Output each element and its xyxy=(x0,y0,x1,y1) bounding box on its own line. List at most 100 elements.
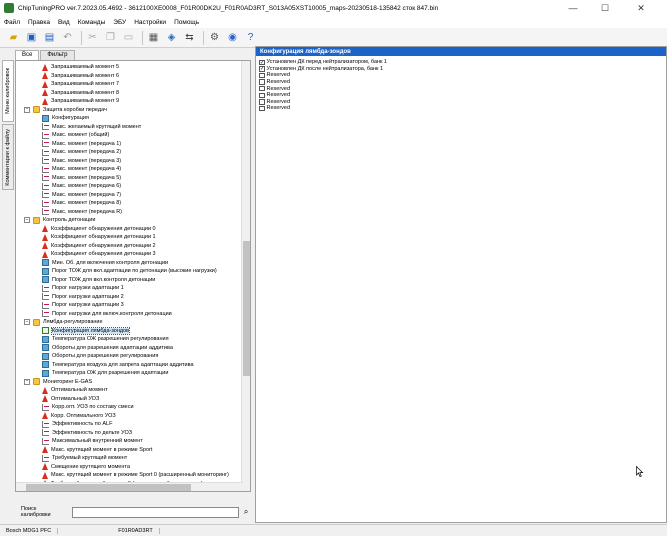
bit-option[interactable]: Reserved xyxy=(259,85,290,92)
checkbox-unchecked[interactable] xyxy=(259,79,265,85)
collapse-icon[interactable]: − xyxy=(24,217,30,224)
tree-item[interactable]: Порог нагрузки адаптации 2 xyxy=(42,293,124,302)
checkbox-unchecked[interactable] xyxy=(259,105,265,112)
side-tab-comments[interactable]: Комментарии к файлу xyxy=(2,124,14,190)
tree-item[interactable]: Порог ТОЖ для вкл.контроля детонации xyxy=(42,276,155,285)
tree-item[interactable]: Коэффициент обнаружения детонации 2 xyxy=(42,242,156,251)
bit-option[interactable]: Reserved xyxy=(259,92,290,99)
tree-item[interactable]: Запрашиваемый момент 5 xyxy=(42,63,119,72)
tree-item[interactable]: Запрашиваемый момент 9 xyxy=(42,97,119,106)
tree-horizontal-scrollbar[interactable] xyxy=(16,482,243,491)
tree-item[interactable]: Требуемый крутящий момент xyxy=(42,454,127,463)
tree-item[interactable]: Запрашиваемый момент 7 xyxy=(42,80,119,89)
bit-option[interactable]: Reserved xyxy=(259,72,290,79)
tree-item[interactable]: Максимальный внутренний момент xyxy=(42,437,143,446)
tree-item[interactable]: Порог нагрузки адаптации 3 xyxy=(42,301,124,310)
tree-folder[interactable]: − Мониторинг E-GAS xyxy=(24,378,92,387)
tab-filter[interactable]: Фильтр xyxy=(40,50,75,60)
tree-item[interactable]: Макс. момент (передача 6) xyxy=(42,182,121,191)
save-as-icon[interactable]: ▤ xyxy=(42,30,57,45)
tree-item[interactable]: Мин. Об. для включения контроля детонаци… xyxy=(42,259,168,268)
tree-item[interactable]: Конфигурация лямбда-зондов xyxy=(42,326,131,336)
tree-item[interactable]: Макс. момент (передача 7) xyxy=(42,191,121,200)
checkbox-checked[interactable]: ✓ xyxy=(259,66,265,72)
checkbox-unchecked[interactable] xyxy=(259,85,265,92)
tree-folder[interactable]: − Лямбда-регулирование xyxy=(24,318,103,327)
scrollbar-thumb[interactable] xyxy=(26,484,191,491)
tree-item[interactable]: Температура ОЖ для разрешения адаптации xyxy=(42,369,168,378)
tree-item[interactable]: Порог ТОЖ для вкл.адаптации по детонации… xyxy=(42,267,217,276)
search-input[interactable] xyxy=(72,506,240,518)
menu-ecu[interactable]: ЭБУ xyxy=(109,19,130,26)
paste-icon[interactable]: ▭ xyxy=(121,30,136,45)
settings-icon[interactable]: ⚙ xyxy=(207,30,222,45)
tree-item[interactable]: Коэффициент обнаружения детонации 0 xyxy=(42,225,156,234)
tree-item[interactable]: Запрашиваемый момент 6 xyxy=(42,72,119,81)
tree-item[interactable]: Коэффициент обнаружения детонации 3 xyxy=(42,250,156,259)
collapse-icon[interactable]: − xyxy=(24,319,30,326)
tree-item[interactable]: Эффективность по ALF xyxy=(42,420,112,429)
tree-item[interactable]: Конфигурация xyxy=(42,114,89,123)
menu-file[interactable]: Файл xyxy=(0,19,24,26)
menu-view[interactable]: Вид xyxy=(54,19,74,26)
tree-item[interactable]: Макс. момент (передача 3) xyxy=(42,157,121,166)
tree-item[interactable]: Макс. момент (передача 5) xyxy=(42,174,121,183)
tree-item[interactable]: Корр. Оптимального УОЗ xyxy=(42,412,116,421)
compare-icon[interactable]: ⇆ xyxy=(182,30,197,45)
tree-item[interactable]: Температура воздуха для запрета адаптаци… xyxy=(42,361,194,370)
scrollbar-thumb[interactable] xyxy=(243,241,250,376)
tree-item[interactable]: Порог нагрузки адаптации 1 xyxy=(42,284,124,293)
search-icon[interactable]: ⌕ xyxy=(241,507,251,518)
bit-option[interactable]: Reserved xyxy=(259,99,290,106)
tree-folder[interactable]: − Защита коробки передач xyxy=(24,106,107,115)
tree-item[interactable]: Макс. желаемый крутящий момент xyxy=(42,123,141,132)
tree-item[interactable]: Эффективность по дельте УОЗ xyxy=(42,429,132,438)
tree-item[interactable]: Смещение крутящего момента xyxy=(42,463,130,472)
tree-item[interactable]: Корр.опт. УОЗ по составу смеси xyxy=(42,403,134,412)
bit-option[interactable]: Reserved xyxy=(259,105,290,112)
menu-settings[interactable]: Настройки xyxy=(130,19,170,26)
undo-icon[interactable]: ↶ xyxy=(60,30,75,45)
copy-icon[interactable]: ❐ xyxy=(103,30,118,45)
menu-edit[interactable]: Правка xyxy=(24,19,54,26)
tree-item[interactable]: Порог нагрузки для включ.контроля детона… xyxy=(42,310,172,319)
tree-item[interactable]: Макс. момент (общий) xyxy=(42,131,109,140)
collapse-icon[interactable]: − xyxy=(24,106,30,113)
tree-item[interactable]: Макс. крутящий момент в режиме Sport 0 (… xyxy=(42,471,229,480)
tree-item[interactable]: Коэффициент обнаружения детонации 1 xyxy=(42,233,156,242)
tree-item[interactable]: Температура ОЖ разрешения регулирования xyxy=(42,335,169,344)
save-icon[interactable]: ▣ xyxy=(24,30,39,45)
tree-item[interactable]: Макс. момент (передача 1) xyxy=(42,140,121,149)
checkbox-checked[interactable]: ✓ xyxy=(259,59,265,66)
tree-item[interactable]: Макс. момент (передача R) xyxy=(42,208,122,217)
help-icon[interactable]: ? xyxy=(243,30,258,45)
bit-option[interactable]: ✓ Установлен ДК после нейтрализатора, бан… xyxy=(259,66,383,73)
connect-icon[interactable]: ◉ xyxy=(225,30,240,45)
minimize-button[interactable]: — xyxy=(560,0,586,16)
ecu-icon[interactable]: ▦ xyxy=(146,30,161,45)
menu-help[interactable]: Помощь xyxy=(170,19,203,26)
tree-item[interactable]: Обороты для разрешения адаптации аддитив… xyxy=(42,344,173,353)
tree-folder[interactable]: − Контроль детонации xyxy=(24,216,95,225)
tree-vertical-scrollbar[interactable] xyxy=(241,61,250,491)
open-icon[interactable]: ▰ xyxy=(6,30,21,45)
tree-item[interactable]: Оптимальный момент xyxy=(42,386,108,395)
checkbox-unchecked[interactable] xyxy=(259,72,265,79)
tree-item[interactable]: Макс. момент (передача 4) xyxy=(42,165,121,174)
tab-all[interactable]: Все xyxy=(15,50,40,60)
menu-commands[interactable]: Команды xyxy=(74,19,110,26)
collapse-icon[interactable]: − xyxy=(24,378,30,385)
cut-icon[interactable]: ✂ xyxy=(85,30,100,45)
side-tab-calibrations[interactable]: Меню калибровок xyxy=(2,60,14,122)
tree-item[interactable]: Оптимальный УОЗ xyxy=(42,395,99,404)
bit-option[interactable]: Reserved xyxy=(259,79,290,86)
maximize-button[interactable]: ☐ xyxy=(592,0,618,16)
tree-item[interactable]: Макс. крутящий момент в режиме Sport xyxy=(42,446,152,455)
tree-item[interactable]: Запрашиваемый момент 8 xyxy=(42,89,119,98)
tree-item[interactable]: Макс. момент (передача 2) xyxy=(42,148,121,157)
tree-item[interactable]: Макс. момент (передача 8) xyxy=(42,199,121,208)
tree-item[interactable]: Обороты для разрешения регулирования xyxy=(42,352,158,361)
close-button[interactable]: ✕ xyxy=(628,0,654,16)
checkbox-unchecked[interactable] xyxy=(259,92,265,99)
navigate-icon[interactable]: ◈ xyxy=(164,30,179,45)
